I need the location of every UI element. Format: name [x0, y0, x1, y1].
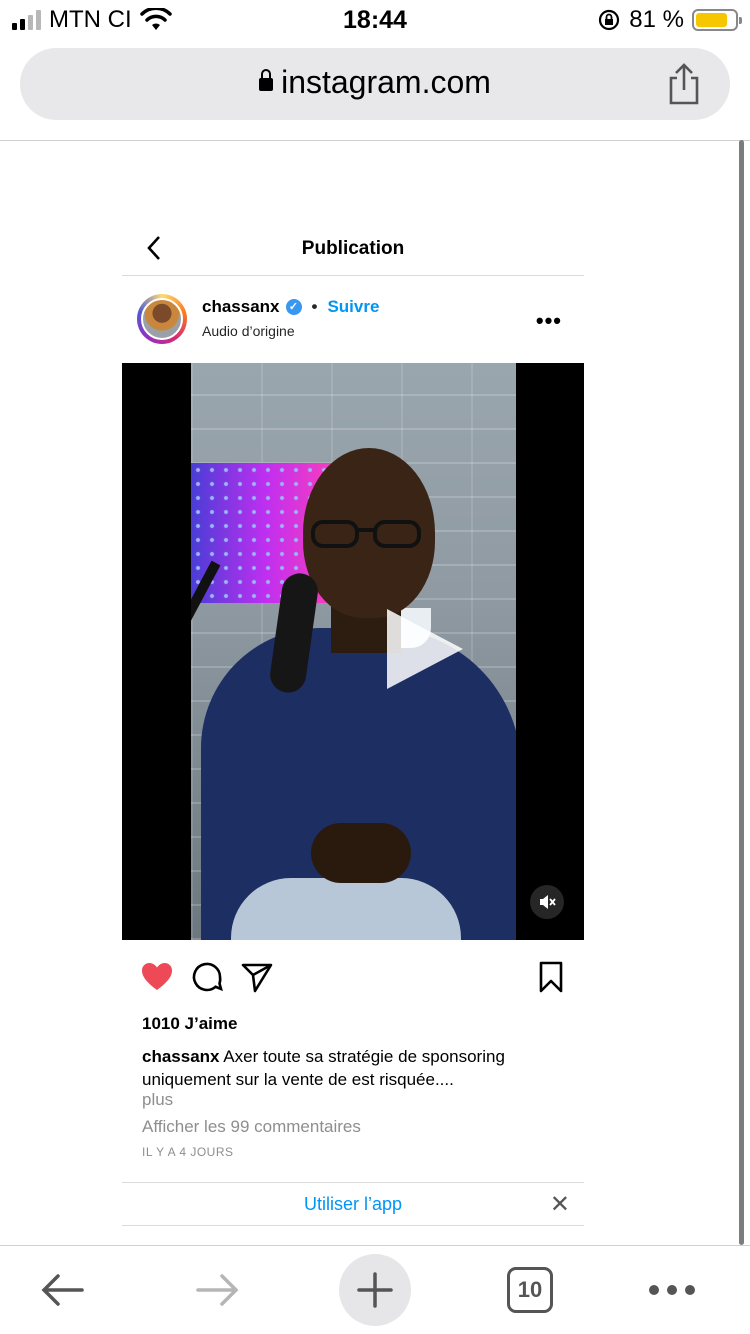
url-display[interactable]: instagram.com — [20, 64, 730, 101]
tab-count: 10 — [517, 1277, 543, 1302]
post-card: Publication chassanx ✓ • Suivre Audio d’… — [122, 220, 584, 1226]
lock-icon — [259, 69, 274, 91]
browser-toolbar: 10 — [0, 1245, 750, 1334]
video-player[interactable] — [122, 363, 584, 940]
bookmark-icon[interactable] — [534, 960, 568, 994]
status-right: 81 % — [597, 6, 742, 34]
battery-fill — [696, 13, 727, 27]
play-icon[interactable] — [387, 609, 463, 689]
post-header: Publication — [122, 220, 584, 276]
avatar[interactable] — [137, 294, 187, 344]
separator-dot: • — [311, 297, 318, 316]
forward-arrow-icon[interactable] — [186, 1258, 250, 1322]
caption-username[interactable]: chassanx — [142, 1047, 220, 1066]
mute-icon[interactable] — [530, 885, 564, 919]
share-icon[interactable] — [666, 62, 702, 106]
url-text: instagram.com — [281, 64, 491, 100]
glasses — [311, 520, 421, 548]
likes-count[interactable]: 1010 J’aime — [142, 1014, 237, 1034]
more-link[interactable]: plus — [142, 1090, 173, 1110]
user-line: chassanx ✓ • Suivre — [202, 297, 379, 317]
follow-button[interactable]: Suivre — [327, 297, 379, 317]
caption: chassanx Axer toute sa stratégie de spon… — [142, 1045, 562, 1091]
send-icon[interactable] — [240, 960, 274, 994]
avatar-photo — [141, 298, 183, 340]
address-bar[interactable]: instagram.com — [20, 48, 730, 120]
status-bar: MTN CI 18:44 81 % — [0, 0, 750, 40]
battery-percent: 81 % — [629, 6, 684, 33]
use-app-button[interactable]: Utiliser l’app — [122, 1194, 584, 1215]
video-frame — [191, 363, 516, 940]
comment-icon[interactable] — [190, 960, 224, 994]
username-link[interactable]: chassanx — [202, 297, 280, 317]
action-row — [122, 960, 584, 998]
person-jeans — [231, 878, 461, 940]
toolbar-divider — [0, 140, 750, 141]
view-comments-link[interactable]: Afficher les 99 commentaires — [142, 1117, 361, 1137]
heart-icon[interactable] — [140, 960, 174, 994]
more-icon[interactable]: ••• — [536, 308, 562, 334]
battery-icon — [692, 9, 742, 31]
back-arrow-icon[interactable] — [30, 1258, 94, 1322]
ellipsis-icon[interactable] — [640, 1258, 704, 1322]
timestamp: IL Y A 4 JOURS — [142, 1145, 234, 1159]
audio-link[interactable]: Audio d’origine — [202, 323, 295, 339]
verified-icon: ✓ — [285, 299, 302, 315]
close-icon[interactable]: ✕ — [550, 1190, 570, 1219]
rotation-lock-icon — [599, 9, 620, 31]
person-hands — [311, 823, 411, 883]
open-app-banner: Utiliser l’app ✕ — [122, 1182, 584, 1226]
page-title: Publication — [301, 238, 405, 259]
plus-icon[interactable] — [339, 1254, 411, 1326]
scrollbar[interactable] — [739, 140, 744, 1245]
tabs-icon[interactable]: 10 — [507, 1267, 553, 1313]
